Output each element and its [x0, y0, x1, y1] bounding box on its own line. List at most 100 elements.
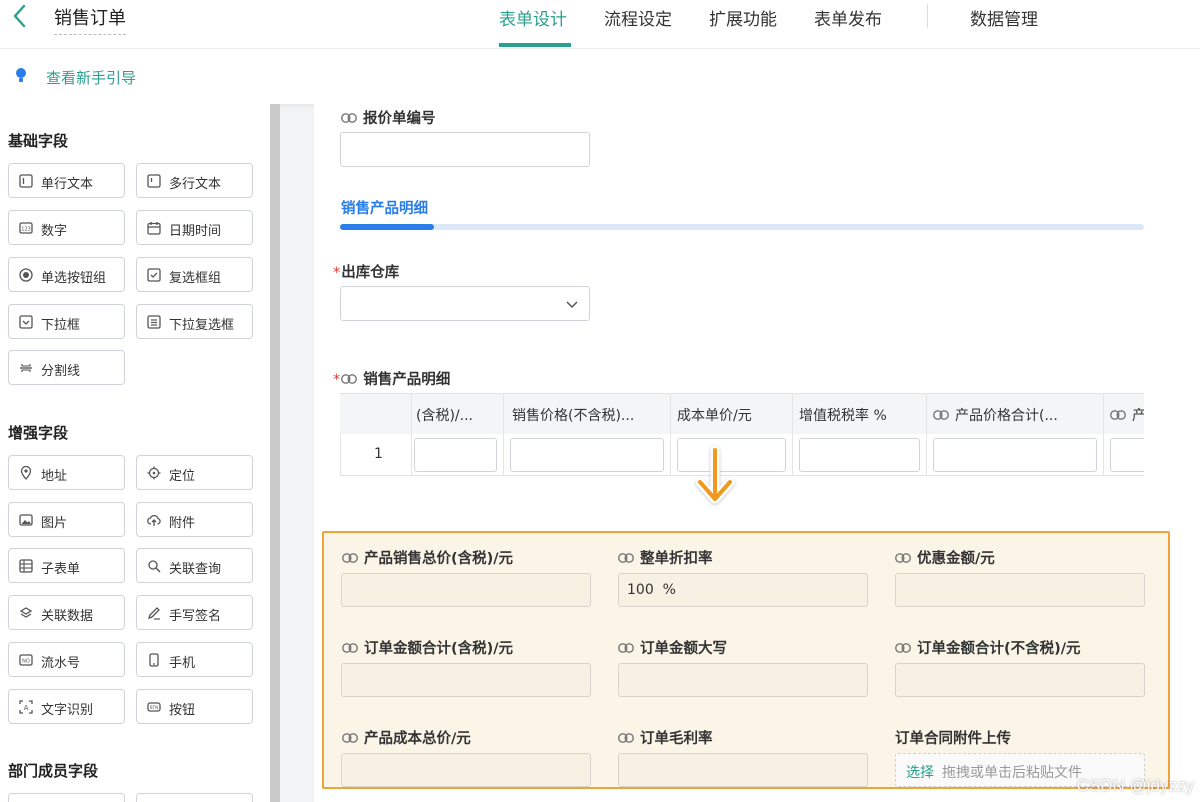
- field-button[interactable]: BTN 按钮: [136, 689, 253, 724]
- link-icon: [895, 553, 911, 563]
- checkbox-icon: [147, 268, 161, 282]
- field-address[interactable]: 地址: [8, 455, 125, 490]
- svg-text:BTN: BTN: [150, 705, 158, 710]
- subtable-row-index: 1: [340, 434, 412, 476]
- subtable-cell[interactable]: [412, 434, 504, 476]
- nav-divider: [927, 4, 928, 28]
- subtable-cell[interactable]: [927, 434, 1104, 476]
- link-icon: [933, 410, 949, 420]
- watermark: CSDN @jdyzzy: [1076, 776, 1194, 795]
- quote-number-label: 报价单编号: [341, 107, 436, 128]
- field-divider[interactable]: 分割线: [8, 350, 125, 385]
- subtable-cell-input[interactable]: [799, 438, 920, 472]
- subtable-cell-input[interactable]: [933, 438, 1097, 472]
- field-label: 多行文本: [169, 177, 222, 192]
- subtable-cell[interactable]: [1104, 434, 1144, 476]
- sidebar-scrollbar[interactable]: [270, 104, 280, 802]
- order-total-excl-tax-input[interactable]: [895, 663, 1145, 697]
- field-serial-number[interactable]: NO 流水号: [8, 642, 125, 677]
- crosshair-icon: [147, 466, 161, 480]
- subtable-label: * 销售产品明细: [333, 372, 451, 388]
- tab-extensions[interactable]: 扩展功能: [709, 5, 777, 30]
- single-line-text-icon: [19, 174, 33, 188]
- field-attachment[interactable]: 附件: [136, 502, 253, 537]
- upload-hint: 拖拽或单击后粘贴文件: [942, 765, 1082, 781]
- product-sales-total-input[interactable]: [341, 573, 591, 607]
- discount-rate-input[interactable]: 100 %: [618, 573, 868, 607]
- field-placeholder[interactable]: [8, 793, 125, 802]
- field-dropdown[interactable]: 下拉框: [8, 304, 125, 339]
- chevron-down-icon: [566, 301, 578, 309]
- svg-text:A: A: [24, 704, 29, 712]
- lightbulb-icon: [16, 68, 26, 82]
- location-pin-icon: [20, 466, 32, 480]
- back-button[interactable]: [8, 2, 32, 30]
- subtable-cell[interactable]: [793, 434, 927, 476]
- view-guide-link[interactable]: 查看新手引导: [46, 67, 136, 88]
- subtable-index-header: [340, 394, 412, 434]
- section-divider: [340, 224, 1144, 230]
- field-datetime[interactable]: 日期时间: [136, 210, 253, 245]
- choose-file-button[interactable]: 选择: [906, 765, 934, 781]
- subtable-cell-input[interactable]: [510, 438, 664, 472]
- field-label: 文字识别: [41, 703, 94, 718]
- field-ocr[interactable]: A 文字识别: [8, 689, 125, 724]
- field-label: 附件: [169, 516, 196, 531]
- pen-icon: [147, 607, 160, 620]
- tab-data-management[interactable]: 数据管理: [970, 5, 1038, 30]
- warehouse-select[interactable]: [340, 286, 590, 321]
- serial-number-icon: NO: [19, 654, 33, 666]
- product-subtable: (含税)/... 销售价格(不含税)... 成本单价/元 增值税税率 % 产品价…: [340, 393, 1144, 477]
- calc-field-label: 产品销售总价(含税)/元: [342, 547, 513, 568]
- calc-field-label: 整单折扣率: [618, 547, 713, 568]
- section-divider-accent: [340, 224, 434, 230]
- discount-amount-input[interactable]: [895, 573, 1145, 607]
- gross-margin-input[interactable]: [618, 753, 868, 787]
- subtable-cell-input[interactable]: [1110, 438, 1144, 472]
- field-label: 关联查询: [169, 562, 222, 577]
- tab-publish[interactable]: 表单发布: [814, 5, 882, 30]
- field-number[interactable]: 123 数字: [8, 210, 125, 245]
- link-icon: [342, 733, 358, 743]
- form-title[interactable]: 销售订单: [54, 4, 126, 35]
- calc-field-label: 订单毛利率: [618, 727, 713, 748]
- field-palette: 基础字段 单行文本 多行文本 123 数字 日期时间 单选按钮组 复选框组 下拉…: [0, 104, 270, 802]
- field-label: 流水号: [41, 656, 81, 671]
- order-total-incl-tax-input[interactable]: [341, 663, 591, 697]
- field-radio-group[interactable]: 单选按钮组: [8, 257, 125, 292]
- phone-icon: [149, 653, 159, 667]
- chevron-left-icon: [13, 4, 26, 28]
- subtable-column-header: 销售价格(不含税)...: [504, 394, 671, 434]
- field-label: 图片: [41, 516, 68, 531]
- field-dropdown-checkbox[interactable]: 下拉复选框: [136, 304, 253, 339]
- subtable-column-header: 产品价格合计(...: [927, 394, 1104, 434]
- field-link-query[interactable]: 关联查询: [136, 548, 253, 583]
- form-canvas: 报价单编号 销售产品明细 *出库仓库 * 销售产品明细 (含税)/... 销售价格…: [314, 104, 1200, 802]
- down-arrow-icon: [695, 445, 735, 504]
- tab-form-design[interactable]: 表单设计: [499, 5, 567, 30]
- tab-workflow[interactable]: 流程设定: [604, 5, 672, 30]
- field-label: 子表单: [41, 562, 81, 577]
- divider-icon: [20, 364, 32, 372]
- link-icon: [618, 733, 634, 743]
- field-image[interactable]: 图片: [8, 502, 125, 537]
- field-locate[interactable]: 定位: [136, 455, 253, 490]
- field-multi-line-text[interactable]: 多行文本: [136, 163, 253, 198]
- order-amount-uppercase-input[interactable]: [618, 663, 868, 697]
- field-link-data[interactable]: 关联数据: [8, 595, 125, 630]
- field-label: 单选按钮组: [41, 271, 107, 286]
- subtable-cell[interactable]: [504, 434, 671, 476]
- quote-number-input[interactable]: [340, 132, 590, 167]
- field-placeholder[interactable]: [136, 793, 253, 802]
- field-signature[interactable]: 手写签名: [136, 595, 253, 630]
- subtable-column-header: 产: [1104, 394, 1144, 434]
- field-single-line-text[interactable]: 单行文本: [8, 163, 125, 198]
- attachment-upload-label: 订单合同附件上传: [895, 731, 1011, 747]
- field-checkbox-group[interactable]: 复选框组: [136, 257, 253, 292]
- field-subform[interactable]: 子表单: [8, 548, 125, 583]
- product-cost-total-input[interactable]: [341, 753, 591, 787]
- subtable-cell-input[interactable]: [414, 438, 497, 472]
- field-label: 关联数据: [41, 609, 94, 624]
- button-icon: BTN: [147, 702, 161, 712]
- field-phone[interactable]: 手机: [136, 642, 253, 677]
